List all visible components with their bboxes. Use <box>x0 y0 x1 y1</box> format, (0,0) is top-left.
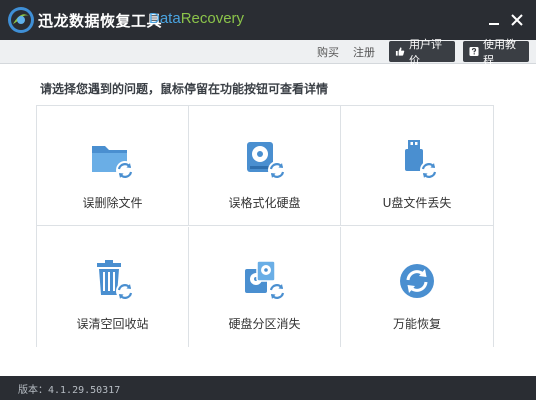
feature-label: 硬盘分区消失 <box>228 317 301 331</box>
app-subtitle-recovery: Recovery <box>180 10 245 27</box>
feature-label: 万能恢复 <box>392 317 441 331</box>
feature-universal-recovery[interactable]: 万能恢复 <box>341 227 493 347</box>
tutorial-button[interactable]: 使用教程 <box>463 38 529 67</box>
app-subtitle: DataRecovery <box>149 10 244 27</box>
app-logo-icon <box>8 7 34 33</box>
help-icon <box>469 46 479 57</box>
user-review-button[interactable]: 用户评价 <box>389 38 455 67</box>
feature-deleted-files[interactable]: 误删除文件 <box>37 106 189 226</box>
buy-link[interactable]: 购买 <box>317 44 339 60</box>
user-review-label: 用户评价 <box>409 37 442 67</box>
harddisk-restore-icon <box>246 142 286 179</box>
feature-formatted-disk[interactable]: 误格式化硬盘 <box>189 106 341 226</box>
app-subtitle-data: Data <box>149 10 181 27</box>
feature-label: 误格式化硬盘 <box>228 196 301 210</box>
universal-restore-icon <box>400 264 434 298</box>
partition-restore-icon <box>244 260 286 300</box>
feature-emptied-recycle-bin[interactable]: 误清空回收站 <box>37 227 189 347</box>
feature-partition-lost[interactable]: 硬盘分区消失 <box>189 227 341 347</box>
tutorial-label: 使用教程 <box>483 37 516 67</box>
feature-usb-lost[interactable]: U盘文件丢失 <box>341 106 493 226</box>
usb-restore-icon <box>405 140 438 179</box>
app-title: 迅龙数据恢复工具 <box>38 12 163 30</box>
version-text: 版本：4.1.29.50317 <box>18 385 121 396</box>
minimize-icon <box>489 23 499 25</box>
feature-label: 误删除文件 <box>82 196 143 210</box>
register-link[interactable]: 注册 <box>353 44 375 60</box>
thumbs-up-icon <box>395 47 405 56</box>
folder-restore-icon <box>91 146 134 179</box>
title-bar: 迅龙数据恢复工具 DataRecovery <box>0 0 536 40</box>
close-icon <box>511 14 523 26</box>
instruction-text: 请选择您遇到的问题，鼠标停留在功能按钮可查看详情 <box>40 82 329 96</box>
feature-label: 误清空回收站 <box>76 317 149 331</box>
status-bar: 版本：4.1.29.50317 <box>0 376 536 400</box>
close-button[interactable] <box>507 10 527 30</box>
toolbar: 购买 注册 用户评价 使用教程 <box>0 38 536 67</box>
feature-label: U盘文件丢失 <box>382 196 452 210</box>
minimize-button[interactable] <box>484 10 504 30</box>
feature-grid: 误删除文件 误格式化硬盘 U盘文件丢失 误清空回收站 硬盘分区消失 万能恢复 <box>36 105 494 347</box>
recycle-bin-restore-icon <box>96 260 134 300</box>
